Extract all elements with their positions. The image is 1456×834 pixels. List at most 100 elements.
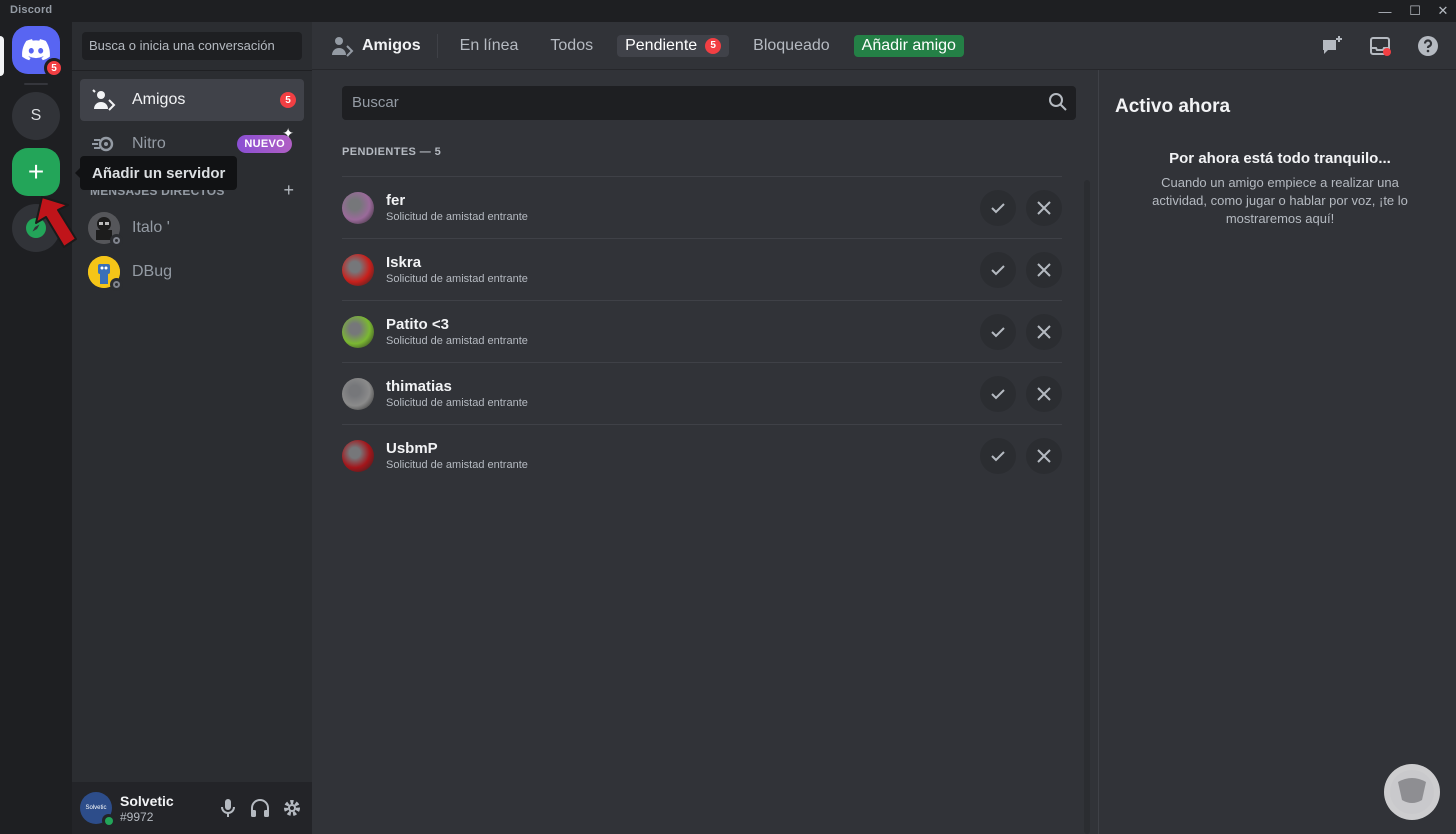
tab-label: Pendiente xyxy=(625,36,698,54)
offline-status-icon xyxy=(110,234,123,247)
avatar xyxy=(342,377,374,410)
sidebar-item-label: Amigos xyxy=(132,91,186,108)
user-info[interactable]: Solvetic #9972 xyxy=(120,793,174,824)
request-subtitle: Solicitud de amistad entrante xyxy=(386,273,528,285)
request-subtitle: Solicitud de amistad entrante xyxy=(386,335,528,347)
accept-button[interactable] xyxy=(980,376,1016,412)
friend-request-row[interactable]: thimatias Solicitud de amistad entrante xyxy=(342,362,1062,424)
friend-request-row[interactable]: UsbmP Solicitud de amistad entrante xyxy=(342,424,1062,486)
request-name: UsbmP xyxy=(386,440,438,457)
avatar xyxy=(342,191,374,224)
ignore-button[interactable] xyxy=(1026,438,1062,474)
home-button[interactable]: 5 xyxy=(12,26,64,78)
tab-pending[interactable]: Pendiente 5 xyxy=(617,34,730,57)
check-icon xyxy=(991,203,1005,214)
sparkle-icon: ✦ xyxy=(282,125,294,141)
user-panel: Solvetic Solvetic #9972 xyxy=(72,782,312,834)
avatar xyxy=(342,315,374,348)
ignore-button[interactable] xyxy=(1026,314,1062,350)
friends-icon xyxy=(330,34,354,58)
accept-button[interactable] xyxy=(980,314,1016,350)
dm-name: Italo ' xyxy=(132,219,170,236)
page-title: Amigos xyxy=(330,34,421,58)
close-window-button[interactable]: ✕ xyxy=(1428,0,1456,22)
accept-button[interactable] xyxy=(980,438,1016,474)
friends-header: Amigos En línea Todos Pendiente 5 Bloque… xyxy=(312,22,1456,70)
inbox-icon[interactable] xyxy=(1368,34,1392,58)
sidebar-item-label: Nitro xyxy=(132,135,166,152)
user-tag: #9972 xyxy=(120,809,154,824)
active-now-title: Activo ahora xyxy=(1115,96,1231,117)
dm-item[interactable]: DBug xyxy=(80,251,304,293)
maximize-button[interactable]: ☐ xyxy=(1400,0,1430,22)
nitro-icon xyxy=(92,132,116,156)
header-title-text: Amigos xyxy=(362,36,421,54)
avatar-text: Solvetic xyxy=(85,805,107,811)
create-dm-button[interactable]: + xyxy=(283,180,294,201)
watermark-logo-icon xyxy=(1384,764,1440,820)
close-icon xyxy=(1037,325,1051,339)
add-server-tooltip: Añadir un servidor xyxy=(74,156,238,190)
search-icon xyxy=(1048,92,1068,116)
sidebar-item-friends[interactable]: Amigos 5 xyxy=(80,79,304,121)
active-now-empty-title: Por ahora está todo tranquilo... xyxy=(1169,150,1391,167)
find-conversation-button[interactable]: Busca o inicia una conversación xyxy=(82,32,302,60)
avatar xyxy=(88,212,123,247)
avatar xyxy=(342,253,374,286)
friend-request-row[interactable]: Patito <3 Solicitud de amistad entrante xyxy=(342,300,1062,362)
ignore-button[interactable] xyxy=(1026,252,1062,288)
request-subtitle: Solicitud de amistad entrante xyxy=(386,459,528,471)
microphone-icon[interactable] xyxy=(218,796,238,820)
request-subtitle: Solicitud de amistad entrante xyxy=(386,397,528,409)
request-name: fer xyxy=(386,192,406,209)
ignore-button[interactable] xyxy=(1026,190,1062,226)
accept-button[interactable] xyxy=(980,190,1016,226)
close-icon xyxy=(1037,263,1051,277)
active-now-empty-desc: Cuando un amigo empiece a realizar una a… xyxy=(1152,175,1408,226)
active-now-panel: Activo ahora Por ahora está todo tranqui… xyxy=(1098,70,1456,834)
ignore-button[interactable] xyxy=(1026,376,1062,412)
check-icon xyxy=(991,265,1005,276)
server-rail: 5 S + xyxy=(0,22,72,834)
tab-all[interactable]: Todos xyxy=(542,35,601,57)
tab-blocked[interactable]: Bloqueado xyxy=(745,35,838,57)
close-icon xyxy=(1037,201,1051,215)
check-icon xyxy=(991,389,1005,400)
add-friend-button[interactable]: Añadir amigo xyxy=(853,34,964,57)
title-bar: Discord — ☐ ✕ xyxy=(0,0,1456,22)
avatar[interactable]: Solvetic xyxy=(80,792,115,827)
new-group-dm-icon[interactable] xyxy=(1320,34,1344,58)
section-header: PENDIENTES — 5 xyxy=(342,146,442,158)
friends-badge: 5 xyxy=(280,92,296,108)
offline-status-icon xyxy=(110,278,123,291)
minimize-button[interactable]: — xyxy=(1370,0,1400,22)
server-s[interactable]: S xyxy=(12,92,60,140)
sidebar-divider xyxy=(72,70,312,71)
request-name: thimatias xyxy=(386,378,452,395)
scrollbar[interactable] xyxy=(1084,180,1090,834)
headphones-icon[interactable] xyxy=(250,796,270,820)
dm-name: DBug xyxy=(132,263,173,280)
avatar xyxy=(88,256,123,291)
add-server-button[interactable]: + xyxy=(12,148,60,196)
settings-gear-icon[interactable] xyxy=(282,796,302,820)
pending-requests-panel: Buscar PENDIENTES — 5 fer Solicitud de a… xyxy=(312,70,1098,834)
request-name: Patito <3 xyxy=(386,316,449,333)
friend-request-row[interactable]: fer Solicitud de amistad entrante xyxy=(342,176,1062,238)
friend-request-row[interactable]: Iskra Solicitud de amistad entrante xyxy=(342,238,1062,300)
username: Solvetic xyxy=(120,792,174,809)
rail-separator xyxy=(24,83,48,85)
check-icon xyxy=(991,327,1005,338)
search-placeholder: Buscar xyxy=(352,94,399,111)
tab-online[interactable]: En línea xyxy=(452,35,527,57)
search-input[interactable]: Buscar xyxy=(342,86,1076,120)
selected-pill xyxy=(0,36,4,76)
request-list: fer Solicitud de amistad entrante Iskra … xyxy=(342,176,1062,486)
accept-button[interactable] xyxy=(980,252,1016,288)
dm-item[interactable]: Italo ' xyxy=(80,207,304,249)
check-icon xyxy=(991,451,1005,462)
annotation-arrow-icon xyxy=(35,196,77,248)
help-icon[interactable] xyxy=(1416,34,1440,58)
close-icon xyxy=(1037,449,1051,463)
request-subtitle: Solicitud de amistad entrante xyxy=(386,211,528,223)
